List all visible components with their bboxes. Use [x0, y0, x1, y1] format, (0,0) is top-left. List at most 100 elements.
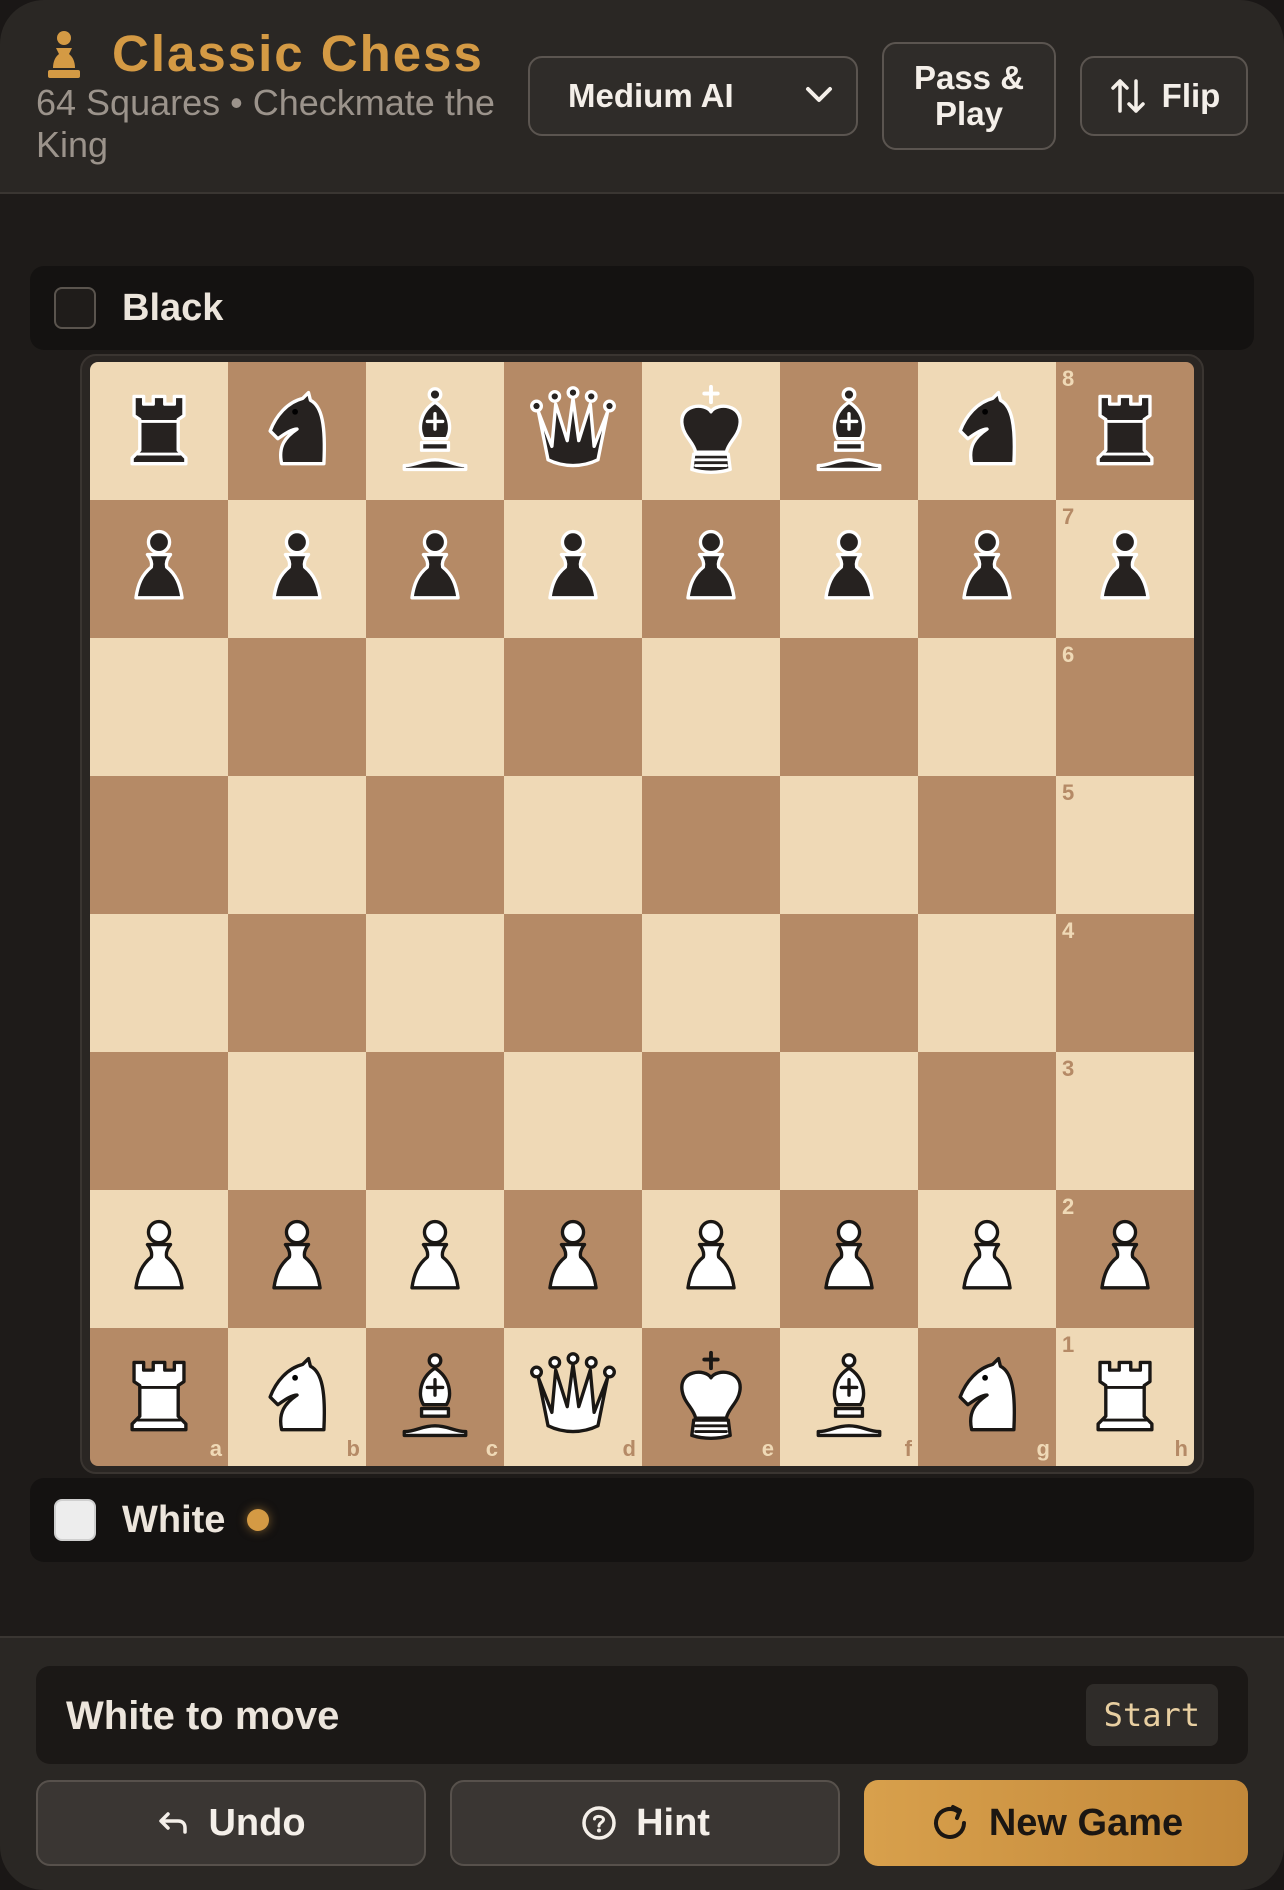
square-b4[interactable]: [228, 914, 366, 1052]
square-c2[interactable]: [366, 1190, 504, 1328]
white-bishop-icon[interactable]: [387, 1349, 483, 1445]
black-bishop-icon[interactable]: [801, 383, 897, 479]
white-pawn-icon[interactable]: [111, 1211, 207, 1307]
square-b6[interactable]: [228, 638, 366, 776]
white-knight-icon[interactable]: [939, 1349, 1035, 1445]
white-pawn-icon[interactable]: [939, 1211, 1035, 1307]
square-e1[interactable]: e: [642, 1328, 780, 1466]
square-a5[interactable]: [90, 776, 228, 914]
difficulty-select[interactable]: Medium AI: [528, 56, 858, 136]
square-b5[interactable]: [228, 776, 366, 914]
square-a6[interactable]: [90, 638, 228, 776]
square-c5[interactable]: [366, 776, 504, 914]
square-e6[interactable]: [642, 638, 780, 776]
white-pawn-icon[interactable]: [387, 1211, 483, 1307]
square-h8[interactable]: 8: [1056, 362, 1194, 500]
square-e7[interactable]: [642, 500, 780, 638]
white-pawn-icon[interactable]: [525, 1211, 621, 1307]
square-e2[interactable]: [642, 1190, 780, 1328]
white-rook-icon[interactable]: [111, 1349, 207, 1445]
square-f5[interactable]: [780, 776, 918, 914]
flip-board-button[interactable]: Flip: [1080, 56, 1248, 136]
square-b8[interactable]: [228, 362, 366, 500]
black-pawn-icon[interactable]: [801, 521, 897, 617]
white-pawn-icon[interactable]: [801, 1211, 897, 1307]
square-h5[interactable]: 5: [1056, 776, 1194, 914]
white-queen-icon[interactable]: [525, 1349, 621, 1445]
white-rook-icon[interactable]: [1077, 1349, 1173, 1445]
black-rook-icon[interactable]: [111, 383, 207, 479]
square-g5[interactable]: [918, 776, 1056, 914]
white-knight-icon[interactable]: [249, 1349, 345, 1445]
square-f8[interactable]: [780, 362, 918, 500]
square-d2[interactable]: [504, 1190, 642, 1328]
square-h3[interactable]: 3: [1056, 1052, 1194, 1190]
white-pawn-icon[interactable]: [249, 1211, 345, 1307]
black-knight-icon[interactable]: [249, 383, 345, 479]
square-e3[interactable]: [642, 1052, 780, 1190]
black-queen-icon[interactable]: [525, 383, 621, 479]
square-b3[interactable]: [228, 1052, 366, 1190]
square-a4[interactable]: [90, 914, 228, 1052]
square-e8[interactable]: [642, 362, 780, 500]
square-d1[interactable]: d: [504, 1328, 642, 1466]
white-king-icon[interactable]: [663, 1349, 759, 1445]
square-d6[interactable]: [504, 638, 642, 776]
square-c8[interactable]: [366, 362, 504, 500]
square-f1[interactable]: f: [780, 1328, 918, 1466]
square-c7[interactable]: [366, 500, 504, 638]
square-h2[interactable]: 2: [1056, 1190, 1194, 1328]
square-a2[interactable]: [90, 1190, 228, 1328]
square-g2[interactable]: [918, 1190, 1056, 1328]
square-g6[interactable]: [918, 638, 1056, 776]
square-f7[interactable]: [780, 500, 918, 638]
black-pawn-icon[interactable]: [525, 521, 621, 617]
square-f2[interactable]: [780, 1190, 918, 1328]
black-king-icon[interactable]: [663, 383, 759, 479]
square-d4[interactable]: [504, 914, 642, 1052]
square-d7[interactable]: [504, 500, 642, 638]
square-d3[interactable]: [504, 1052, 642, 1190]
square-h6[interactable]: 6: [1056, 638, 1194, 776]
square-c6[interactable]: [366, 638, 504, 776]
square-b7[interactable]: [228, 500, 366, 638]
square-a3[interactable]: [90, 1052, 228, 1190]
square-a8[interactable]: [90, 362, 228, 500]
square-e5[interactable]: [642, 776, 780, 914]
hint-button[interactable]: Hint: [450, 1780, 840, 1866]
black-pawn-icon[interactable]: [387, 521, 483, 617]
square-a7[interactable]: [90, 500, 228, 638]
square-g7[interactable]: [918, 500, 1056, 638]
white-pawn-icon[interactable]: [663, 1211, 759, 1307]
square-c4[interactable]: [366, 914, 504, 1052]
square-g8[interactable]: [918, 362, 1056, 500]
white-bishop-icon[interactable]: [801, 1349, 897, 1445]
square-f3[interactable]: [780, 1052, 918, 1190]
black-pawn-icon[interactable]: [111, 521, 207, 617]
square-f6[interactable]: [780, 638, 918, 776]
pass-play-button[interactable]: Pass & Play: [882, 42, 1056, 150]
square-h1[interactable]: 1h: [1056, 1328, 1194, 1466]
square-f4[interactable]: [780, 914, 918, 1052]
square-g3[interactable]: [918, 1052, 1056, 1190]
square-g1[interactable]: g: [918, 1328, 1056, 1466]
white-pawn-icon[interactable]: [1077, 1211, 1173, 1307]
square-g4[interactable]: [918, 914, 1056, 1052]
black-pawn-icon[interactable]: [249, 521, 345, 617]
black-pawn-icon[interactable]: [939, 521, 1035, 617]
black-bishop-icon[interactable]: [387, 383, 483, 479]
square-b2[interactable]: [228, 1190, 366, 1328]
square-c1[interactable]: c: [366, 1328, 504, 1466]
black-knight-icon[interactable]: [939, 383, 1035, 479]
square-h4[interactable]: 4: [1056, 914, 1194, 1052]
square-c3[interactable]: [366, 1052, 504, 1190]
square-h7[interactable]: 7: [1056, 500, 1194, 638]
square-a1[interactable]: a: [90, 1328, 228, 1466]
square-b1[interactable]: b: [228, 1328, 366, 1466]
undo-button[interactable]: Undo: [36, 1780, 426, 1866]
black-pawn-icon[interactable]: [1077, 521, 1173, 617]
square-d5[interactable]: [504, 776, 642, 914]
black-pawn-icon[interactable]: [663, 521, 759, 617]
new-game-button[interactable]: New Game: [864, 1780, 1248, 1866]
square-e4[interactable]: [642, 914, 780, 1052]
